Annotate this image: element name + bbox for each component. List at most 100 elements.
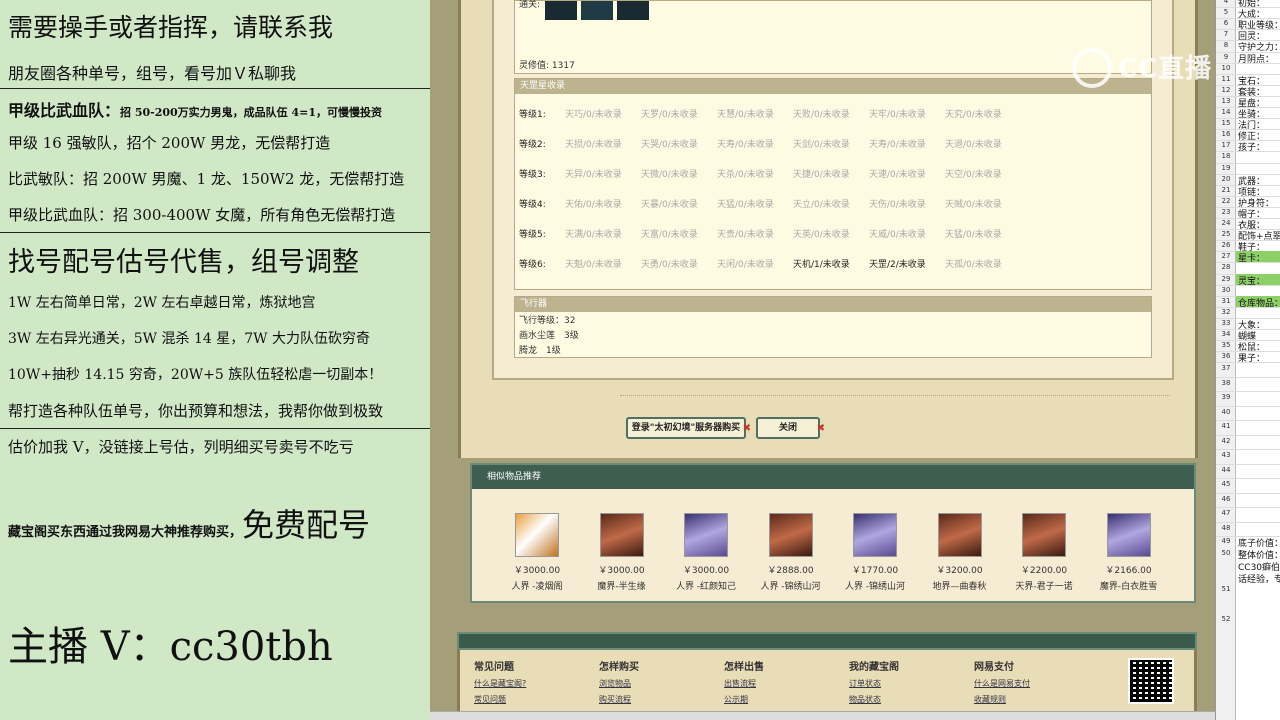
footer-link[interactable]: 什么是网易支付: [974, 678, 1030, 689]
row-number[interactable]: 10: [1216, 64, 1236, 72]
row-number[interactable]: 38: [1216, 379, 1236, 387]
row-number[interactable]: 25: [1216, 230, 1236, 238]
row-number[interactable]: 8: [1216, 41, 1236, 49]
item-name[interactable]: 魔界-半生缘: [587, 579, 657, 592]
footer-link[interactable]: 物品状态: [849, 694, 899, 705]
character-avatar-icon[interactable]: [937, 513, 982, 557]
item-name[interactable]: 人界 -凌烟阁: [502, 579, 572, 592]
star-panel: 天罡星收录 等级1: 天巧/0/未收录 天罗/0/未收录 天慧/0/未收录 天败/0/未…: [514, 78, 1152, 290]
row-number[interactable]: 16: [1216, 130, 1236, 138]
row-number[interactable]: 41: [1216, 422, 1236, 430]
footer-link[interactable]: 订单状态: [849, 678, 899, 689]
item-name[interactable]: 魔界-白衣胜雪: [1094, 579, 1164, 592]
similar-item[interactable]: ￥2200.00 天界-君子一诺: [1009, 513, 1079, 592]
row-number[interactable]: 23: [1216, 208, 1236, 216]
footer-link[interactable]: 出售流程: [724, 678, 764, 689]
similar-item[interactable]: ￥1770.00 人界 -锦绣山河: [840, 513, 910, 592]
row-number[interactable]: 28: [1216, 263, 1236, 271]
similar-item[interactable]: ￥3000.00 人界 -红颜知己: [671, 513, 741, 592]
row-gridline: [1216, 507, 1280, 509]
item-name[interactable]: 天界-君子一诺: [1009, 579, 1079, 592]
row-number[interactable]: 12: [1216, 86, 1236, 94]
row-number[interactable]: 47: [1216, 509, 1236, 517]
row-number[interactable]: 5: [1216, 8, 1236, 16]
row-number[interactable]: 49: [1216, 537, 1236, 545]
footer-link[interactable]: 购买流程: [599, 694, 639, 705]
item-name[interactable]: 地界—曲春秋: [925, 579, 995, 592]
row-number[interactable]: 44: [1216, 466, 1236, 474]
similar-item[interactable]: ￥3000.00 人界 -凌烟阁: [502, 513, 572, 592]
row-number[interactable]: 52: [1216, 615, 1236, 623]
sheet-cell[interactable]: 孩子：: [1238, 140, 1265, 153]
pass-item-icon[interactable]: [545, 1, 577, 20]
row-number[interactable]: 17: [1216, 141, 1236, 149]
footer-link[interactable]: 公示期: [724, 694, 764, 705]
row-number[interactable]: 19: [1216, 164, 1236, 172]
row-number[interactable]: 24: [1216, 219, 1236, 227]
character-avatar-icon[interactable]: [599, 513, 644, 557]
login-buy-button[interactable]: 登录"太初幻境"服务器购买 ✖: [626, 417, 751, 439]
row-number[interactable]: 39: [1216, 393, 1236, 401]
row-number[interactable]: 11: [1216, 75, 1236, 83]
row-number[interactable]: 42: [1216, 437, 1236, 445]
row-number[interactable]: 21: [1216, 186, 1236, 194]
close-button[interactable]: 关闭 ✖: [756, 417, 825, 439]
sheet-cell[interactable]: 月阴点：: [1238, 52, 1274, 65]
row-number[interactable]: 13: [1216, 97, 1236, 105]
row-number[interactable]: 40: [1216, 408, 1236, 416]
row-number[interactable]: 34: [1216, 330, 1236, 338]
pass-item-icon[interactable]: [581, 1, 613, 20]
row-number[interactable]: 29: [1216, 275, 1236, 283]
sheet-cell[interactable]: 话经验，专: [1238, 572, 1280, 585]
item-name[interactable]: 人界 -红颜知己: [671, 579, 741, 592]
item-name[interactable]: 人界 -锦绣山河: [756, 579, 826, 592]
character-avatar-icon[interactable]: [1106, 513, 1151, 557]
row-number[interactable]: 9: [1216, 53, 1236, 61]
row-number[interactable]: 27: [1216, 252, 1236, 260]
row-number[interactable]: 32: [1216, 308, 1236, 316]
row-number[interactable]: 51: [1216, 585, 1236, 593]
character-avatar-icon[interactable]: [515, 513, 559, 557]
row-number[interactable]: 22: [1216, 197, 1236, 205]
row-number[interactable]: 48: [1216, 524, 1236, 532]
similar-item[interactable]: ￥2166.00 魔界-白衣胜雪: [1094, 513, 1164, 592]
row-number[interactable]: 50: [1216, 549, 1236, 557]
character-avatar-icon[interactable]: [684, 513, 728, 557]
footer-link[interactable]: 浏览物品: [599, 678, 639, 689]
horizontal-scrollbar[interactable]: [430, 711, 1215, 720]
row-number[interactable]: 46: [1216, 495, 1236, 503]
row-number[interactable]: 18: [1216, 152, 1236, 160]
similar-item[interactable]: ￥3000.00 魔界-半生缘: [587, 513, 657, 592]
row-number[interactable]: 26: [1216, 241, 1236, 249]
row-number[interactable]: 4: [1216, 0, 1236, 5]
row-number[interactable]: 20: [1216, 175, 1236, 183]
row-number[interactable]: 31: [1216, 297, 1236, 305]
footer-link[interactable]: 什么是藏宝阁?: [474, 678, 526, 689]
row-number[interactable]: 37: [1216, 364, 1236, 372]
row-number[interactable]: 33: [1216, 319, 1236, 327]
character-avatar-icon[interactable]: [853, 513, 897, 557]
character-avatar-icon[interactable]: [1022, 513, 1066, 557]
row-number[interactable]: 6: [1216, 19, 1236, 27]
item-name[interactable]: 人界 -锦绣山河: [840, 579, 910, 592]
item-price: ￥1770.00: [851, 566, 899, 576]
sheet-cell[interactable]: 仓库物品：: [1238, 296, 1280, 309]
row-gridline: [1216, 434, 1280, 436]
pass-item-icon[interactable]: [617, 1, 649, 20]
row-number[interactable]: 43: [1216, 451, 1236, 459]
sheet-cell[interactable]: 星卡：: [1238, 251, 1265, 264]
row-number[interactable]: 45: [1216, 480, 1236, 488]
sheet-cell[interactable]: 果子：: [1238, 351, 1265, 364]
footer-link[interactable]: 常见问题: [474, 694, 526, 705]
row-number[interactable]: 7: [1216, 30, 1236, 38]
row-number[interactable]: 14: [1216, 108, 1236, 116]
row-number[interactable]: 36: [1216, 352, 1236, 360]
row-number[interactable]: 15: [1216, 119, 1236, 127]
character-avatar-icon[interactable]: [768, 513, 813, 557]
sheet-cell[interactable]: 灵宝：: [1238, 274, 1265, 287]
row-number[interactable]: 30: [1216, 286, 1236, 294]
similar-item[interactable]: ￥2888.00 人界 -锦绣山河: [756, 513, 826, 592]
row-number[interactable]: 35: [1216, 341, 1236, 349]
footer-link[interactable]: 收藏规则: [974, 694, 1030, 705]
similar-item[interactable]: ￥3200.00 地界—曲春秋: [925, 513, 995, 592]
